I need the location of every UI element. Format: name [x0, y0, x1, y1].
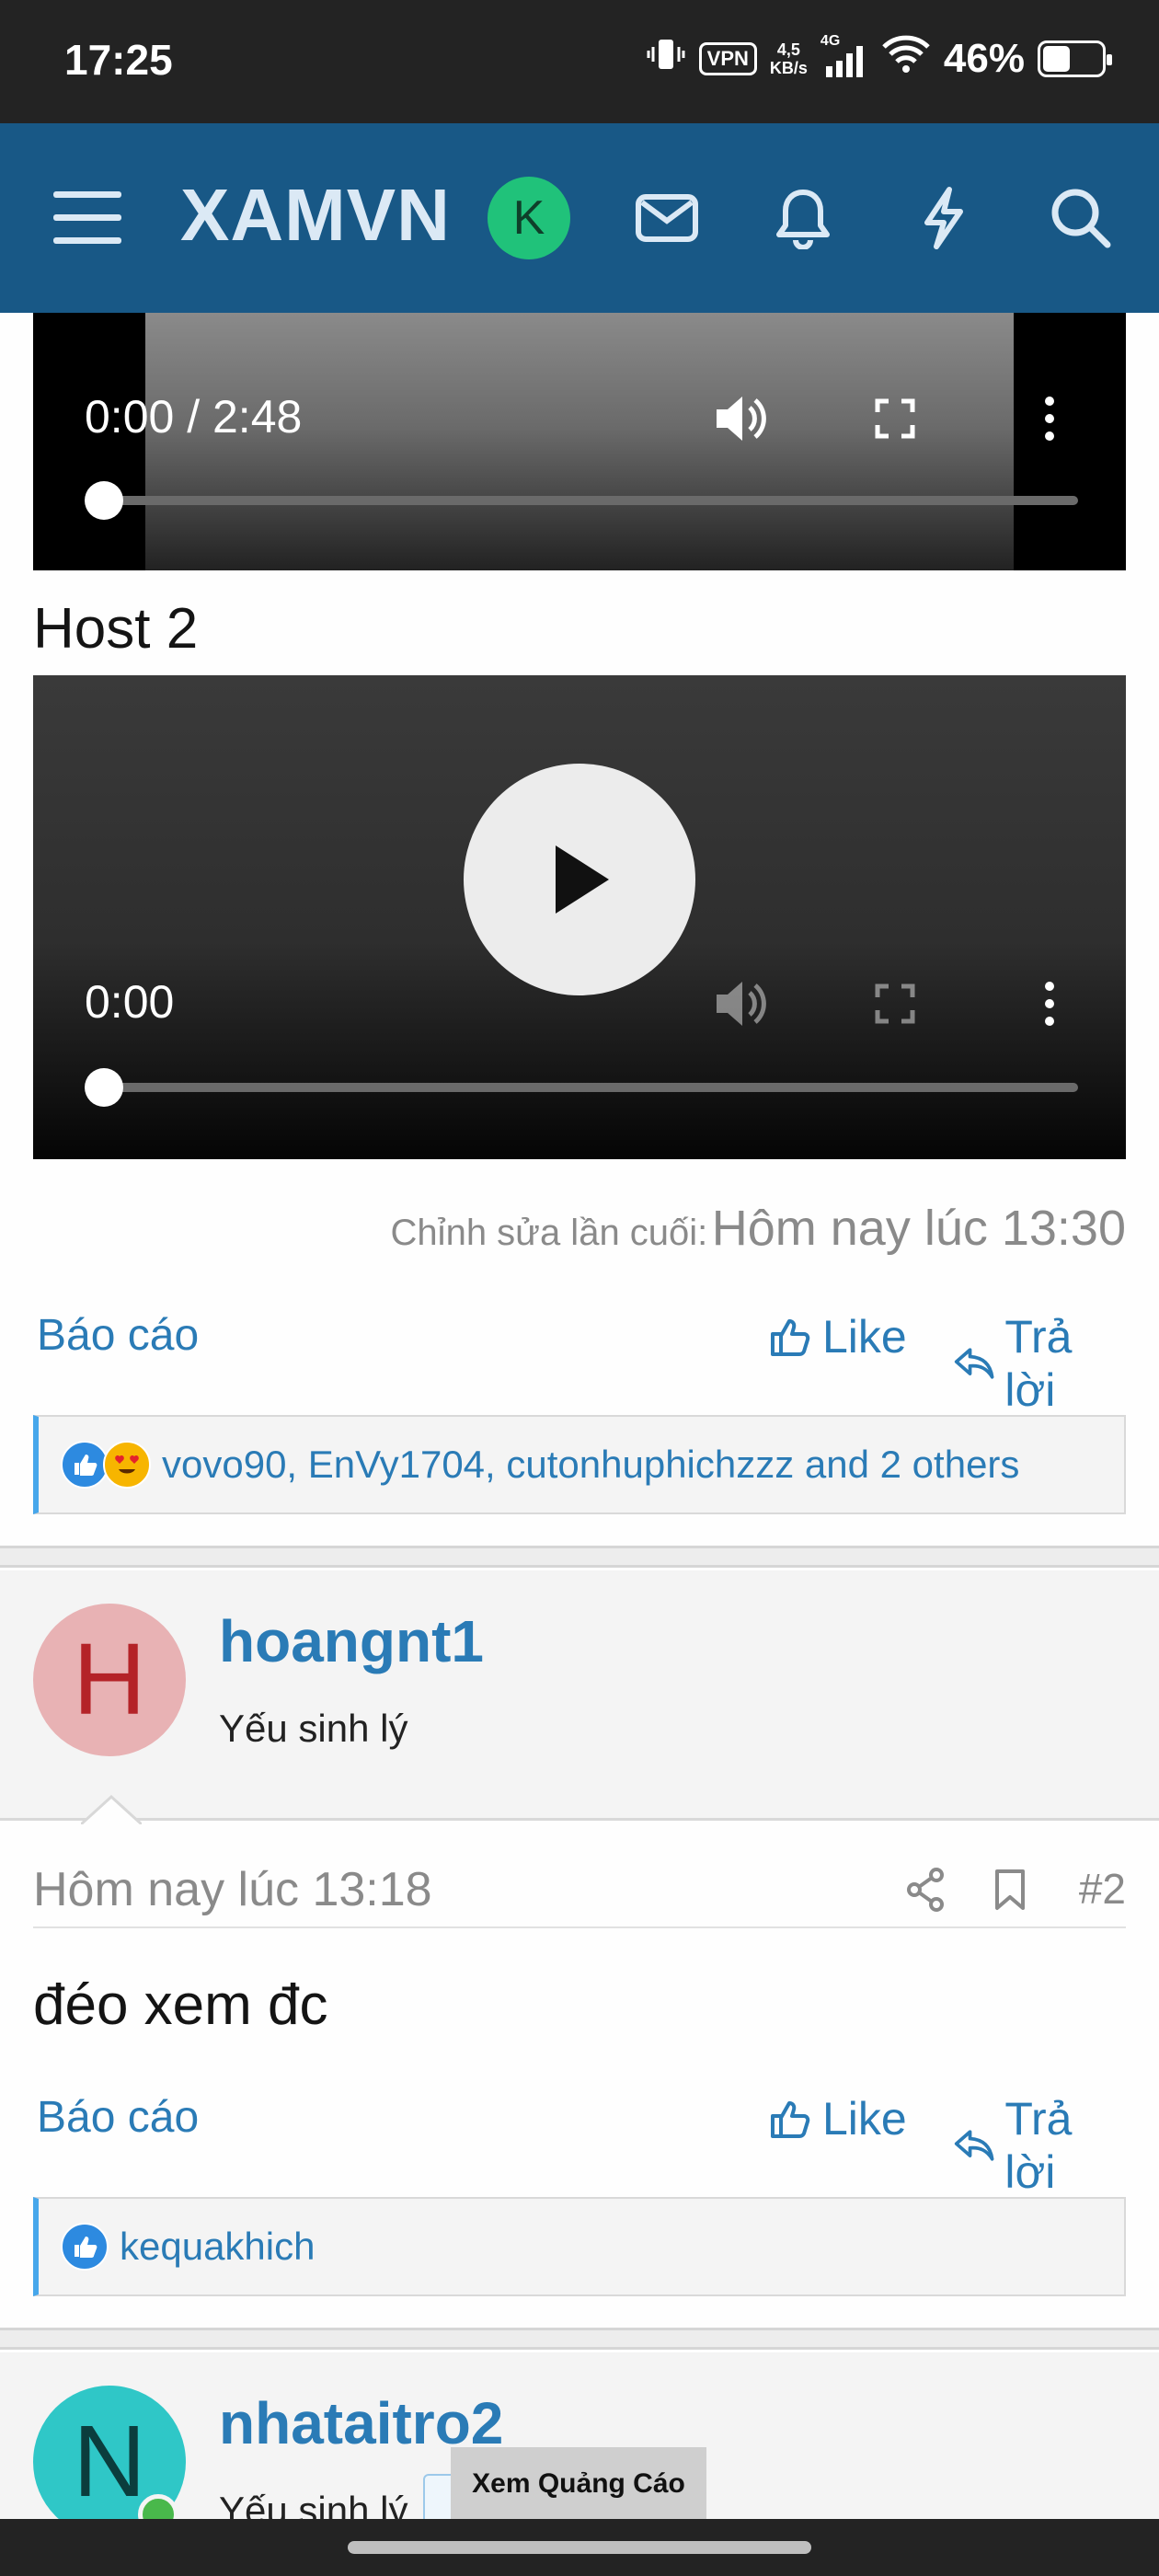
post-actions: Báo cáo Like Trả lời: [33, 1310, 1126, 1416]
last-edited: Chỉnh sửa lần cuối: Hôm nay lúc 13:30: [391, 1200, 1126, 1257]
like-reaction-icon: [61, 1441, 109, 1489]
reply-icon: [954, 2130, 994, 2161]
bookmark-icon[interactable]: [993, 1868, 1027, 1916]
video-progress-track[interactable]: [103, 496, 1078, 505]
reply-button[interactable]: Trả lời: [953, 2092, 1126, 2199]
more-options-icon[interactable]: [1017, 386, 1082, 451]
post-meta: Hôm nay lúc 13:18 #2: [33, 1855, 1126, 1928]
account-avatar[interactable]: K: [488, 177, 570, 259]
video-progress-track[interactable]: [103, 1083, 1078, 1092]
post-divider: [0, 1546, 1159, 1568]
video-progress-handle[interactable]: [85, 1068, 123, 1107]
more-options-icon[interactable]: [1017, 972, 1082, 1036]
battery-percent: 46%: [943, 36, 1025, 81]
last-edited-label: Chỉnh sửa lần cuối:: [390, 1213, 708, 1253]
play-button[interactable]: [464, 764, 695, 995]
like-button[interactable]: Like: [769, 1310, 907, 1363]
reply-button[interactable]: Trả lời: [953, 1310, 1126, 1417]
video-player-1[interactable]: 0:00 / 2:48: [33, 313, 1126, 570]
post-divider: [0, 2328, 1159, 2350]
reactions-users[interactable]: kequakhich: [120, 2225, 315, 2269]
post-number[interactable]: #2: [1079, 1864, 1126, 1914]
user-title: Yếu sinh lý: [219, 2489, 408, 2519]
video-player-2[interactable]: 0:00: [33, 675, 1126, 1159]
fullscreen-icon[interactable]: [863, 386, 927, 451]
site-logo[interactable]: XAMVN: [180, 173, 451, 258]
video-progress-handle[interactable]: [85, 481, 123, 520]
status-bar: 17:25 VPN 4,5 KB/s 4G 46%: [0, 0, 1159, 123]
post-body: đéo xem đc: [33, 1973, 328, 2037]
report-link[interactable]: Báo cáo: [37, 1310, 199, 1361]
report-link[interactable]: Báo cáo: [37, 2092, 199, 2143]
thumbs-up-icon: [771, 1319, 810, 1356]
home-gesture-pill[interactable]: [348, 2541, 811, 2554]
user-title: Yếu sinh lý: [219, 1707, 408, 1750]
heart-eyes-reaction-icon: [103, 1441, 151, 1489]
status-icons: VPN 4,5 KB/s 4G 46%: [646, 31, 1112, 86]
menu-icon[interactable]: [46, 177, 129, 259]
thumbs-up-icon: [771, 2101, 810, 2138]
bolt-icon[interactable]: [901, 177, 984, 259]
reactions-users[interactable]: vovo90, EnVy1704, cutonhuphichzzz and 2 …: [162, 1443, 1019, 1487]
last-edited-value: Hôm nay lúc 13:30: [711, 1201, 1126, 1256]
mail-icon[interactable]: [625, 177, 708, 259]
video-time: 0:00: [85, 976, 175, 1028]
video-time: 0:00 / 2:48: [85, 391, 303, 443]
volume-icon[interactable]: [708, 972, 773, 1036]
battery-icon: [1038, 40, 1112, 77]
reactions-bar[interactable]: kequakhich: [33, 2197, 1126, 2296]
fullscreen-icon[interactable]: [863, 972, 927, 1036]
cellular-signal-icon: 4G: [820, 33, 868, 79]
speech-pointer: [81, 1795, 142, 1824]
vpn-badge: VPN: [698, 42, 757, 75]
username[interactable]: hoangnt1: [219, 1607, 484, 1675]
wifi-icon: [881, 34, 931, 85]
like-button[interactable]: Like: [769, 2092, 907, 2145]
host-2-title: Host 2: [33, 597, 199, 661]
search-icon[interactable]: [1039, 177, 1122, 259]
user-avatar[interactable]: H: [33, 1604, 186, 1756]
volume-icon[interactable]: [708, 386, 773, 451]
vibrate-icon: [646, 36, 686, 83]
share-icon[interactable]: [905, 1868, 946, 1916]
post-actions: Báo cáo Like Trả lời: [33, 2092, 1126, 2198]
reactions-bar[interactable]: vovo90, EnVy1704, cutonhuphichzzz and 2 …: [33, 1415, 1126, 1514]
view-ad-button[interactable]: Xem Quảng Cáo: [451, 2447, 706, 2521]
bell-icon[interactable]: [762, 177, 844, 259]
like-reaction-icon: [61, 2223, 109, 2271]
post-date[interactable]: Hôm nay lúc 13:18: [33, 1862, 432, 1917]
status-time: 17:25: [64, 36, 173, 84]
reply-icon: [954, 1348, 994, 1379]
app-header: XAMVN K: [0, 123, 1159, 313]
post-user-header: H hoangnt1 Yếu sinh lý: [0, 1570, 1159, 1824]
net-speed: 4,5 KB/s: [769, 40, 808, 77]
system-navigation-bar: [0, 2519, 1159, 2576]
